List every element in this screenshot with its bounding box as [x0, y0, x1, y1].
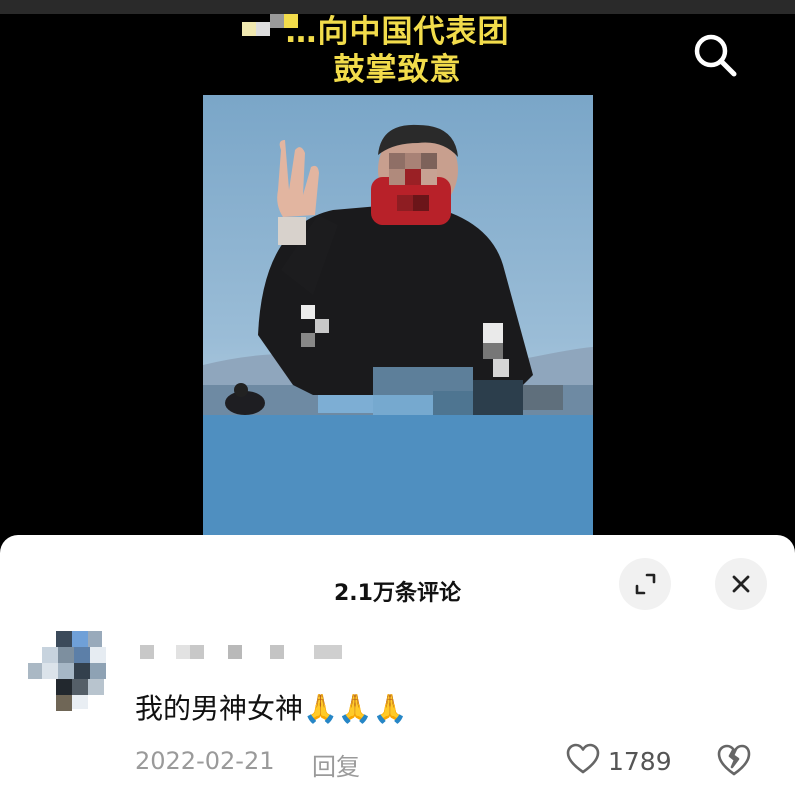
- video-player[interactable]: …向中国代表团 鼓掌致意: [0, 0, 795, 545]
- video-frame: [203, 95, 593, 545]
- close-icon: [732, 575, 750, 593]
- comments-panel: 2.1万条评论 我的男神女神🙏🙏🙏 2022-02-21 回复 1789: [0, 535, 795, 800]
- video-frame-image: [203, 124, 593, 545]
- username-blur-blocks: [140, 645, 350, 663]
- reply-button[interactable]: 回复: [312, 747, 360, 782]
- search-icon[interactable]: [692, 32, 738, 78]
- broken-heart-icon[interactable]: [716, 743, 752, 777]
- expand-icon: [635, 573, 656, 595]
- expand-button[interactable]: [619, 558, 671, 610]
- avatar[interactable]: [28, 631, 116, 719]
- like-count: 1789: [608, 747, 672, 776]
- video-caption-line2: 鼓掌致意: [333, 52, 462, 88]
- comments-count-title: 2.1万条评论: [334, 581, 461, 606]
- comment-text: 我的男神女神🙏🙏🙏: [135, 692, 408, 725]
- close-button[interactable]: [715, 558, 767, 610]
- comment-date: 2022-02-21: [135, 747, 275, 775]
- heart-outline-icon[interactable]: [566, 743, 600, 775]
